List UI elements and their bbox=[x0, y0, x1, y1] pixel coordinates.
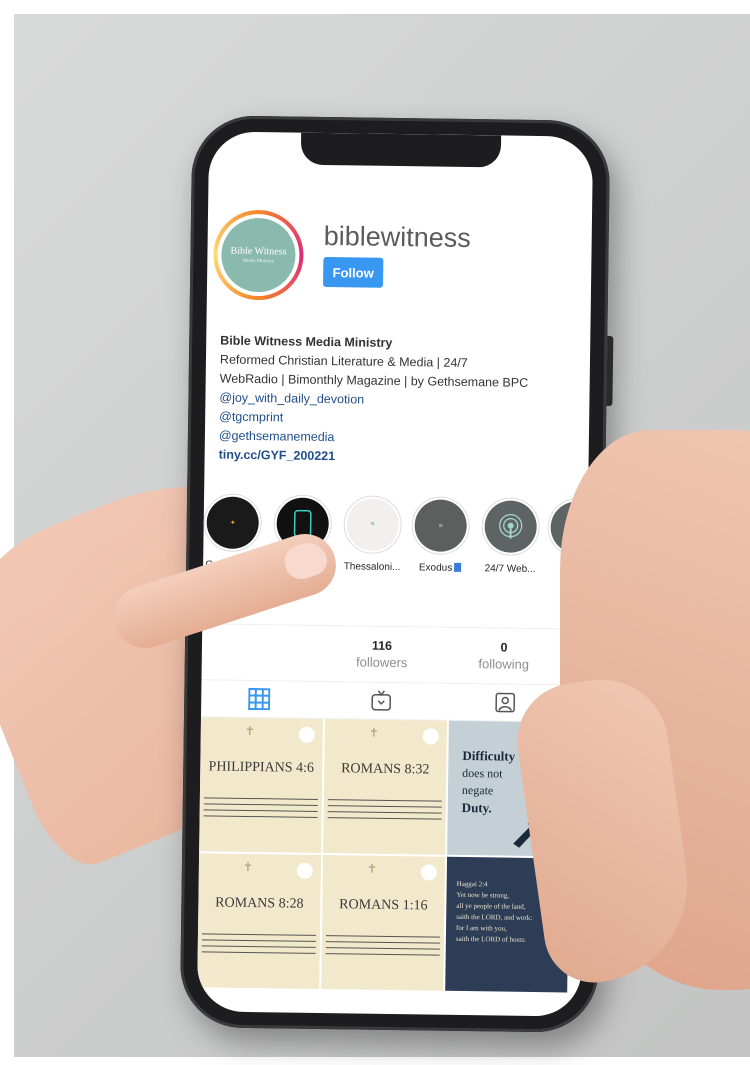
post-verse: PHILIPPIANS 4:6 bbox=[208, 759, 315, 776]
highlight-247-webradio[interactable]: 24/7 Web... bbox=[475, 497, 546, 575]
post-verse: ROMANS 8:32 bbox=[341, 761, 430, 778]
highlight-label: 24/7 Web... bbox=[484, 563, 536, 575]
notch bbox=[300, 132, 502, 168]
cross-icon: ✝ bbox=[366, 861, 378, 876]
following-stat[interactable]: 0 following bbox=[454, 640, 554, 672]
post-tile[interactable]: ✝ ROMANS 1:16 bbox=[321, 855, 446, 991]
scripture-line: Yet now be strong, bbox=[456, 890, 510, 900]
post-tile[interactable]: ✝ ROMANS 8:28 bbox=[197, 853, 322, 989]
post-verse: ROMANS 8:28 bbox=[215, 895, 304, 912]
book-icon bbox=[454, 562, 462, 572]
highlight-circle bbox=[481, 497, 541, 557]
quote-line: negate bbox=[461, 782, 494, 798]
side-button bbox=[606, 335, 614, 407]
music-staff bbox=[327, 799, 442, 831]
post-quote: Difficulty does not negate Duty. bbox=[462, 747, 516, 818]
avatar-logo-subtext: Media Ministry bbox=[242, 258, 275, 265]
followers-stat[interactable]: 116 followers bbox=[332, 638, 432, 670]
highlight-circle: ≡ bbox=[411, 496, 471, 556]
text-highlight-icon: ≡ bbox=[346, 498, 400, 552]
highlight-circle: ✦ bbox=[203, 493, 263, 553]
scripture-line: saith the LORD of hosts: bbox=[455, 934, 526, 944]
music-staff bbox=[201, 933, 316, 965]
quote-line: Duty. bbox=[461, 799, 492, 816]
tagged-icon[interactable] bbox=[493, 690, 517, 714]
badge-icon bbox=[420, 864, 437, 881]
scripture-line: for I am with you, bbox=[456, 923, 507, 933]
gospel-highlight-icon: ✦ bbox=[206, 496, 260, 550]
follow-button[interactable]: Follow bbox=[323, 256, 384, 288]
bio-url-link[interactable]: tiny.cc/GYF_200221 bbox=[219, 446, 579, 470]
post-scripture: Haggai 2:4 Yet now be strong, all ye peo… bbox=[456, 879, 533, 946]
cross-icon: ✝ bbox=[368, 725, 379, 740]
quote-title: Difficulty bbox=[462, 747, 516, 764]
profile-username: biblewitness bbox=[323, 220, 471, 254]
frame-top bbox=[0, 0, 750, 14]
highlight-label-text: Exodus bbox=[418, 562, 453, 574]
cross-icon: ✝ bbox=[242, 859, 254, 875]
badge-icon bbox=[298, 726, 315, 743]
profile-bio: Bible Witness Media Ministry Reformed Ch… bbox=[219, 332, 581, 470]
frame-left bbox=[0, 0, 14, 1065]
profile-avatar[interactable]: Bible Witness Media Ministry bbox=[212, 209, 305, 301]
igtv-icon[interactable] bbox=[369, 689, 393, 713]
radio-highlight-icon bbox=[484, 500, 538, 553]
post-tile[interactable]: ✝ ROMANS 8:32 bbox=[323, 719, 447, 855]
fingernail bbox=[280, 537, 331, 584]
followers-label: followers bbox=[356, 654, 408, 671]
highlight-thessalonians[interactable]: ≡ Thessaloni... bbox=[337, 495, 408, 573]
followers-count: 116 bbox=[371, 638, 393, 653]
following-count: 0 bbox=[500, 640, 508, 655]
avatar-frame: Bible Witness Media Ministry bbox=[216, 213, 301, 297]
highlight-label: Thessaloni... bbox=[343, 561, 401, 574]
badge-icon bbox=[296, 862, 313, 879]
grid-icon[interactable] bbox=[247, 687, 271, 711]
cross-icon: ✝ bbox=[244, 723, 255, 739]
post-tile[interactable]: ✝ PHILIPPIANS 4:6 bbox=[199, 717, 323, 853]
text-highlight-icon: ≡ bbox=[414, 499, 468, 552]
music-staff bbox=[325, 935, 440, 967]
avatar-logo-text: Bible Witness bbox=[230, 245, 287, 258]
post-verse: ROMANS 1:16 bbox=[339, 897, 428, 914]
highlight-label: Exodus bbox=[405, 562, 475, 574]
following-label: following bbox=[478, 656, 530, 672]
avatar-logo: Bible Witness Media Ministry bbox=[220, 217, 296, 293]
badge-icon bbox=[422, 728, 439, 745]
quote-line: does not bbox=[462, 765, 503, 781]
highlight-circle: ≡ bbox=[343, 495, 403, 555]
scripture-line: all ye people of the land, bbox=[456, 901, 526, 911]
music-staff bbox=[203, 797, 318, 829]
highlight-exodus[interactable]: ≡ Exodus bbox=[405, 496, 476, 574]
scripture-line: saith the LORD, and work: bbox=[456, 912, 533, 922]
scripture-line: Haggai 2:4 bbox=[456, 879, 488, 889]
frame-bottom bbox=[0, 1057, 750, 1065]
